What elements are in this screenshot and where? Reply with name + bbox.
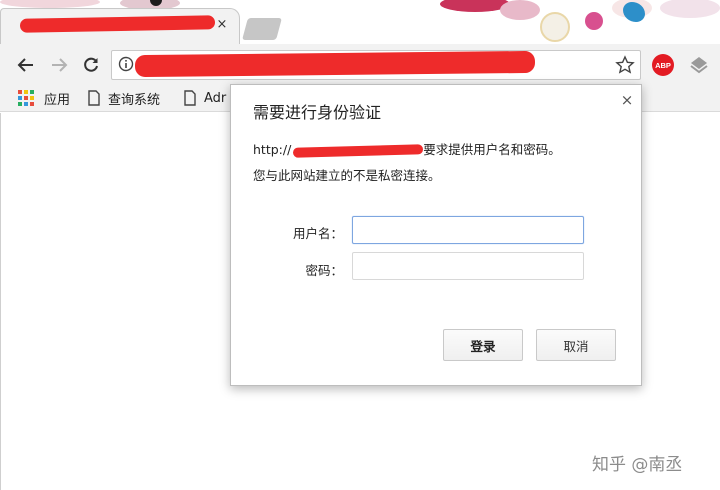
bookmark-label: 应用 [44,92,71,108]
reload-icon [84,57,98,72]
login-button[interactable]: 登录 [443,329,523,361]
dialog-message: http:// 要求提供用户名和密码。 [253,139,561,158]
tab-close-icon[interactable]: × [215,18,229,32]
bookmark-adr[interactable]: Adr [184,89,226,107]
username-field[interactable] [352,216,584,244]
extension-layers-icon[interactable] [689,55,709,75]
new-tab-button[interactable] [242,18,282,40]
watermark: 知乎 @南丞 [592,455,683,475]
floral-decoration [500,0,540,20]
page-icon [88,90,100,106]
bookmark-star-icon[interactable] [615,55,635,75]
bookmark-label: 查询系统 [108,92,161,108]
back-button[interactable] [15,54,37,76]
page-icon [184,90,196,106]
username-label: 用户名： [292,226,343,241]
floral-decoration [540,12,570,42]
floral-decoration [585,12,603,30]
dialog-title: 需要进行身份验证 [253,103,382,122]
dialog-close-icon[interactable]: × [619,92,635,108]
back-arrow-icon [17,58,33,72]
url-redaction [293,143,424,158]
browser-titlebar: × [0,0,720,44]
bookmark-query-system[interactable]: 查询系统 [88,89,161,108]
floral-decoration [0,0,100,8]
url-redaction [134,50,536,78]
message-prefix: http:// [253,142,292,157]
floral-decoration [660,0,720,18]
forward-button[interactable] [48,54,70,76]
cancel-button[interactable]: 取消 [536,329,616,361]
bookmark-apps[interactable]: 应用 [18,89,71,108]
apps-grid-icon [18,90,34,106]
password-field[interactable] [352,252,584,280]
auth-dialog: 需要进行身份验证 × http:// 要求提供用户名和密码。 您与此网站建立的不是… [230,84,642,386]
site-info-icon[interactable] [118,56,134,72]
adblock-plus-icon[interactable]: ABP [652,54,674,76]
forward-arrow-icon [52,58,68,72]
password-label: 密码： [305,263,343,278]
reload-button[interactable] [80,54,102,76]
privacy-note: 您与此网站建立的不是私密连接。 [253,168,441,183]
message-suffix: 要求提供用户名和密码。 [423,142,561,157]
bookmark-label: Adr [204,90,227,106]
